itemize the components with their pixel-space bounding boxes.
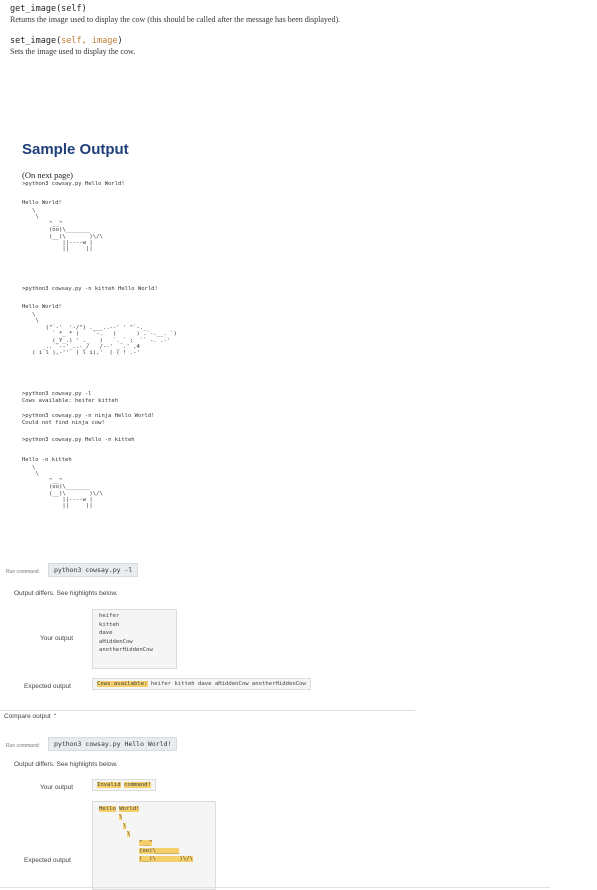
divider bbox=[0, 710, 415, 711]
your-output-box: heifer kitteh dave aHiddenCow anotherHid… bbox=[92, 609, 177, 669]
diff-highlight: \ bbox=[123, 822, 127, 829]
diff-highlight: \ bbox=[127, 831, 131, 838]
diff-highlight: Hello bbox=[99, 806, 116, 812]
diff-highlight: Cows available: bbox=[97, 681, 148, 687]
sample-output-title: Sample Output bbox=[22, 141, 129, 158]
run-command-label: Run command: bbox=[6, 569, 40, 575]
run-command-box-2: python3 cowsay.py Hello World! bbox=[48, 737, 178, 751]
diff-highlight: )\/\ bbox=[179, 856, 193, 863]
diff-highlight: World! bbox=[119, 806, 140, 812]
method-get-image-signature: get_image(self) bbox=[10, 4, 87, 14]
run-command-box: python3 cowsay.py -l bbox=[48, 563, 139, 577]
diff-highlight: Invalid bbox=[97, 782, 121, 788]
your-output-line: heifer bbox=[99, 613, 120, 619]
cow-ascii-art-2: \ \ ^__^ (oo)\_______ (__)\ )\/\ ||----w… bbox=[32, 465, 103, 510]
your-output-line: aHiddenCow bbox=[99, 638, 133, 645]
your-output-line: dave bbox=[99, 630, 113, 637]
chevron-up-icon: ⌃ bbox=[52, 714, 58, 720]
your-output-line: kitteh bbox=[99, 621, 120, 628]
cow-ascii-art: \ \ ^__^ (oo)\_______ (__)\ )\/\ ||----w… bbox=[32, 208, 103, 253]
method-get-image-description: Returns the image used to display the co… bbox=[10, 15, 341, 24]
sample-command-3: >python3 cowsay.py -l bbox=[22, 391, 92, 397]
method-set-image-description: Sets the image used to display the cow. bbox=[10, 47, 136, 56]
your-output-box-2: Invalid command! bbox=[92, 779, 156, 791]
diff-highlight: ^__^ bbox=[139, 839, 153, 846]
bottom-divider bbox=[0, 887, 550, 888]
sample-command-2: >python3 cowsay.py -n kitteh Hello World… bbox=[22, 286, 158, 292]
your-output-line: anotherHiddenCow bbox=[99, 647, 153, 654]
sample-command-1: >python3 cowsay.py Hello World! bbox=[22, 181, 125, 187]
expected-output-box: Cows available: heifer kitteh dave aHidd… bbox=[92, 678, 311, 690]
sample-output-1-message: Hello World! bbox=[22, 200, 62, 206]
expected-output-box-2: Hello World! \ \ \ ^__^ (oo)\_______ (__… bbox=[92, 801, 216, 890]
expected-output-label: Expected output bbox=[24, 683, 71, 690]
diff-highlight: (__)\ bbox=[139, 856, 156, 863]
sample-note: (On next page) bbox=[22, 170, 73, 180]
sample-command-5: >python3 cowsay.py Hello -n kitteh bbox=[22, 437, 135, 443]
diff-highlight: (oo)\ bbox=[139, 848, 156, 855]
sample-command-4: >python3 cowsay.py -n ninja Hello World! bbox=[22, 413, 155, 419]
output-differs-status-2: Output differs. See highlights below. bbox=[14, 761, 118, 768]
sample-output-2-message: Hello World! bbox=[22, 304, 62, 310]
sample-output-3: Cows available: heifer kitteh bbox=[22, 398, 119, 404]
output-differs-status: Output differs. See highlights below. bbox=[14, 590, 118, 597]
sample-output-4: Could not find ninja cow! bbox=[22, 420, 105, 426]
expected-output-label-2: Expected output bbox=[24, 857, 71, 864]
diff-highlight: \ bbox=[119, 814, 123, 821]
your-output-label: Your output bbox=[40, 635, 74, 642]
diff-highlight: command! bbox=[123, 782, 151, 788]
your-output-label-2: Your output bbox=[40, 784, 74, 791]
run-command-label-2: Run command: bbox=[6, 743, 40, 749]
sample-output-5-message: Hello -n kitteh bbox=[22, 457, 72, 463]
method-set-image-signature: set_image(self, image) bbox=[10, 36, 123, 46]
kitteh-ascii-art: \ \ ("`-' '-/") .___..--' ' "`-._ ` *_ *… bbox=[32, 312, 177, 357]
compare-output-toggle[interactable]: Compare output ⌃ bbox=[4, 713, 57, 720]
